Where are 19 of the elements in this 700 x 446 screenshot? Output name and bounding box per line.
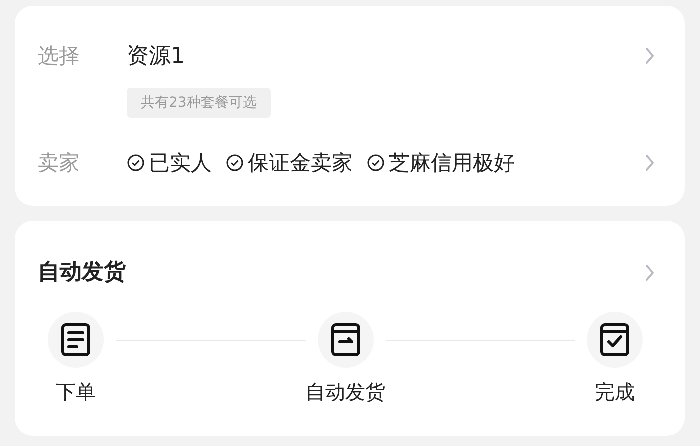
section-title: 自动发货	[38, 259, 126, 287]
field-label: 卖家	[38, 150, 81, 177]
chevron-icon[interactable]	[645, 264, 655, 282]
box-check-icon	[600, 323, 630, 357]
field-label: 选择	[38, 43, 81, 70]
resource-value[interactable]: 资源1	[127, 41, 645, 71]
step-label: 自动发货	[306, 379, 386, 406]
seller-badge-label: 保证金卖家	[248, 150, 353, 177]
document-icon	[61, 323, 91, 357]
check-circle-icon	[226, 154, 244, 172]
step-label: 完成	[595, 379, 635, 406]
check-circle-icon	[367, 154, 385, 172]
chevron-icon[interactable]	[645, 154, 655, 172]
step-label: 下单	[56, 379, 96, 406]
package-count-tag: 共有23种套餐可选	[127, 88, 271, 118]
seller-badge-label: 芝麻信用极好	[389, 150, 515, 177]
check-circle-icon	[127, 154, 145, 172]
seller-badge-label: 已实人	[149, 150, 212, 177]
chevron-icon[interactable]	[645, 47, 655, 65]
